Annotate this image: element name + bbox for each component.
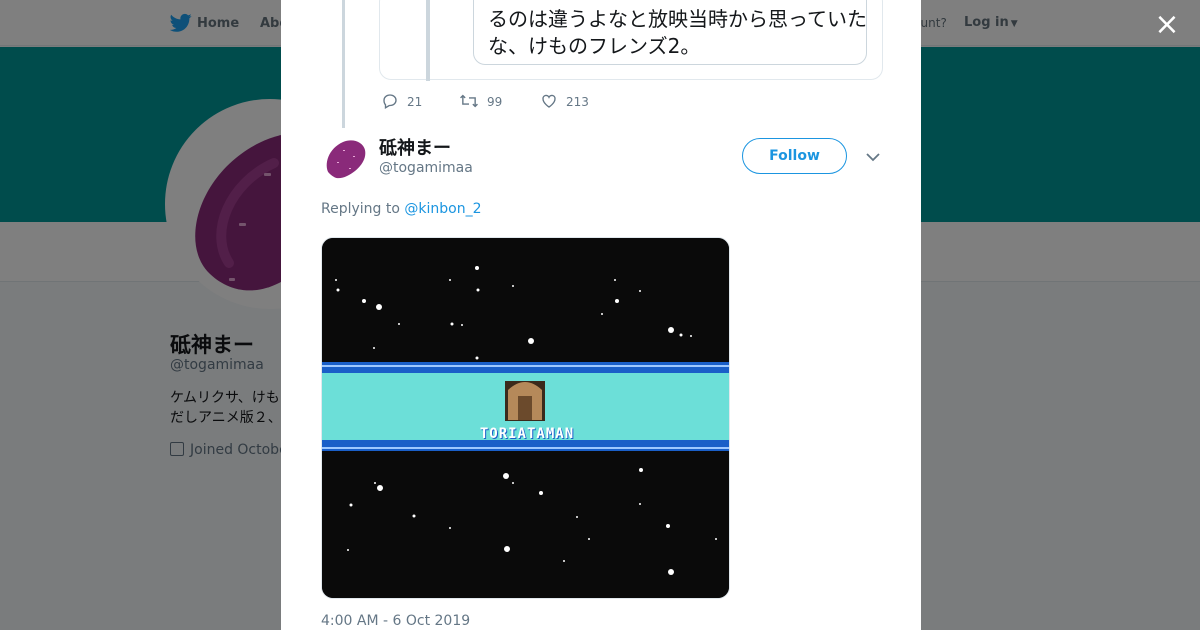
tweet-author-avatar[interactable] <box>323 136 367 180</box>
starfield-title-screen <box>322 238 729 598</box>
retweet-action[interactable]: 99 <box>459 92 502 110</box>
like-action[interactable]: 213 <box>540 92 589 110</box>
reply-action[interactable]: 21 <box>381 92 422 110</box>
tweet-modal: るのは違うよなと放映当時から思っていたな、けものフレンズ2。 21 99 213… <box>281 0 921 630</box>
chevron-down-icon[interactable] <box>863 147 883 167</box>
tweet-author-name[interactable]: 砥神まー <box>379 134 451 160</box>
follow-button[interactable]: Follow <box>742 138 847 174</box>
quoted-tweet-text: るのは違うよなと放映当時から思っていたな、けものフレンズ2。 <box>488 7 867 58</box>
replying-to-prefix: Replying to <box>321 201 405 217</box>
heart-icon <box>542 94 556 108</box>
close-button[interactable]: × <box>1152 10 1182 40</box>
retweet-icon <box>460 94 478 108</box>
reply-icon <box>383 94 397 109</box>
tweet-author-handle[interactable]: @togamimaa <box>379 160 473 176</box>
media-caption: TORIATAMAN <box>479 426 575 442</box>
quote-accent-bar <box>426 0 430 81</box>
tweet-timestamp[interactable]: 4:00 AM - 6 Oct 2019 <box>321 613 470 629</box>
retweet-count: 99 <box>487 95 503 109</box>
reply-count: 21 <box>407 95 423 109</box>
tweet-media-image[interactable]: TORIATAMAN <box>321 237 730 599</box>
conversation-thread-line <box>342 0 345 128</box>
sweet-potato-avatar-image <box>323 136 367 180</box>
replying-to-line: Replying to @kinbon_2 <box>321 201 482 217</box>
like-count: 213 <box>566 95 589 109</box>
replying-to-link[interactable]: @kinbon_2 <box>404 201 481 217</box>
